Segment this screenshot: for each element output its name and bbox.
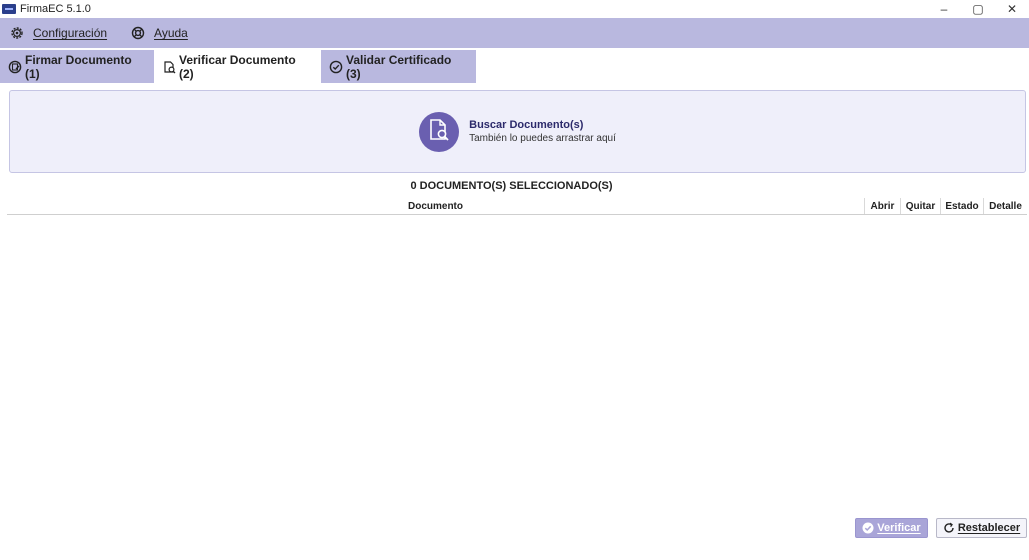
tab-firmar-label: Firmar Documento (1) [25, 52, 132, 81]
tab-verificar-documento[interactable]: Verificar Documento (2) [154, 50, 321, 83]
window-title: FirmaEC 5.1.0 [20, 3, 91, 15]
dropzone-title: Buscar Documento(s) [469, 119, 584, 131]
maximize-button[interactable]: ▢ [961, 0, 995, 18]
reset-button-label: Restablecer [957, 522, 1021, 534]
search-document-button[interactable] [419, 111, 460, 152]
column-abrir[interactable]: Abrir [864, 198, 900, 214]
sign-document-icon [8, 60, 22, 74]
dropzone-text: Buscar Documento(s) También lo puedes ar… [469, 119, 616, 144]
column-estado[interactable]: Estado [940, 198, 983, 214]
menu-configuracion[interactable]: Configuración [10, 26, 107, 40]
window-controls: – ▢ ✕ [927, 0, 1029, 18]
tab-verificar-label: Verificar Documento (2) [179, 52, 296, 81]
tab-validar-label: Validar Certificado (3) [346, 52, 452, 81]
menu-ayuda-label: Ayuda [154, 26, 188, 40]
tab-validar-certificado[interactable]: Validar Certificado (3) [321, 50, 476, 83]
reset-button[interactable]: Restablecer [936, 518, 1027, 538]
documents-table-body [7, 216, 1027, 506]
check-circle-icon [862, 522, 874, 534]
help-icon [131, 26, 145, 40]
column-documento[interactable]: Documento [7, 198, 864, 214]
document-dropzone[interactable]: Buscar Documento(s) También lo puedes ar… [9, 90, 1026, 173]
document-search-icon [428, 118, 450, 145]
tab-firmar-documento[interactable]: Firmar Documento (1) [0, 50, 154, 83]
close-button[interactable]: ✕ [995, 0, 1029, 18]
verify-button-label: Verificar [877, 522, 921, 534]
column-quitar[interactable]: Quitar [900, 198, 940, 214]
documents-table-header: Documento Abrir Quitar Estado Detalle [7, 198, 1027, 215]
menu-ayuda[interactable]: Ayuda [131, 26, 188, 40]
menu-bar: Configuración Ayuda [0, 18, 1029, 48]
dropzone-subtitle: También lo puedes arrastrar aquí [469, 133, 616, 144]
verify-button[interactable]: Verificar [855, 518, 928, 538]
refresh-icon [943, 522, 955, 534]
minimize-button[interactable]: – [927, 0, 961, 18]
tab-bar: Firmar Documento (1) Verificar Documento… [0, 50, 1029, 83]
gear-icon [10, 26, 24, 40]
selection-count: 0 DOCUMENTO(S) SELECCIONADO(S) [410, 180, 613, 192]
verify-document-icon [162, 60, 176, 74]
title-bar: FirmaEC 5.1.0 – ▢ ✕ [0, 0, 1029, 18]
column-detalle[interactable]: Detalle [983, 198, 1027, 214]
app-logo-icon [2, 4, 16, 14]
menu-configuracion-label: Configuración [33, 26, 108, 40]
check-circle-icon [329, 60, 343, 74]
